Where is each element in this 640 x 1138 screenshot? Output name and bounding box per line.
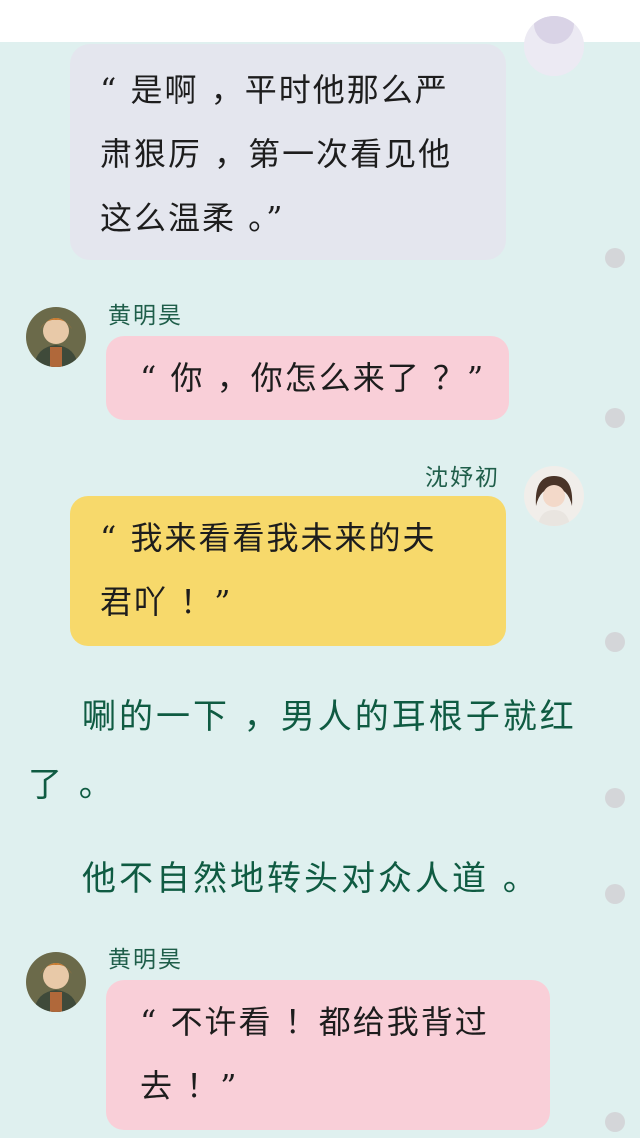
scroll-marker[interactable] bbox=[605, 884, 625, 904]
narration-text: 他不自然地转头对众人道 。 bbox=[82, 859, 540, 899]
scroll-marker[interactable] bbox=[605, 788, 625, 808]
message-line: 君吖 ！” bbox=[100, 583, 233, 621]
message-bubble-1: “ 是啊 ，平时他那么严 肃狠厉 ，第一次看见他 这么温柔 。” bbox=[70, 44, 506, 260]
message-line: “ 是啊 ，平时他那么严 bbox=[100, 71, 449, 109]
message-line: 肃狠厉 ，第一次看见他 bbox=[100, 135, 453, 173]
avatar-huang-minghao-icon[interactable] bbox=[26, 952, 86, 1012]
narration-text: 了 。 bbox=[28, 765, 116, 805]
sender-name: 沈妤初 bbox=[425, 465, 500, 491]
message-line: “ 我来看看我未来的夫 bbox=[100, 519, 437, 557]
narration-text: 唰的一下 ，男人的耳根子就红 bbox=[82, 697, 577, 737]
avatar-huang-minghao-icon[interactable] bbox=[26, 307, 86, 367]
sender-name: 黄明昊 bbox=[108, 947, 183, 973]
scroll-marker[interactable] bbox=[605, 408, 625, 428]
message-bubble-2: “ 你 ，你怎么来了 ？” bbox=[106, 336, 509, 420]
message-line: “ 你 ，你怎么来了 ？” bbox=[140, 359, 486, 397]
message-bubble-4: “ 不许看 ！都给我背过 去 ！” bbox=[106, 980, 550, 1130]
scroll-marker[interactable] bbox=[605, 1112, 625, 1132]
message-line: “ 不许看 ！都给我背过 bbox=[140, 1003, 489, 1041]
avatar-partial-icon[interactable] bbox=[524, 16, 584, 76]
message-line: 去 ！” bbox=[140, 1067, 239, 1105]
avatar-shen-yuchu-icon[interactable] bbox=[524, 466, 584, 526]
sender-name: 黄明昊 bbox=[108, 303, 183, 329]
scroll-marker[interactable] bbox=[605, 632, 625, 652]
message-line: 这么温柔 。” bbox=[100, 199, 285, 237]
message-bubble-3: “ 我来看看我未来的夫 君吖 ！” bbox=[70, 496, 506, 646]
scroll-marker[interactable] bbox=[605, 248, 625, 268]
